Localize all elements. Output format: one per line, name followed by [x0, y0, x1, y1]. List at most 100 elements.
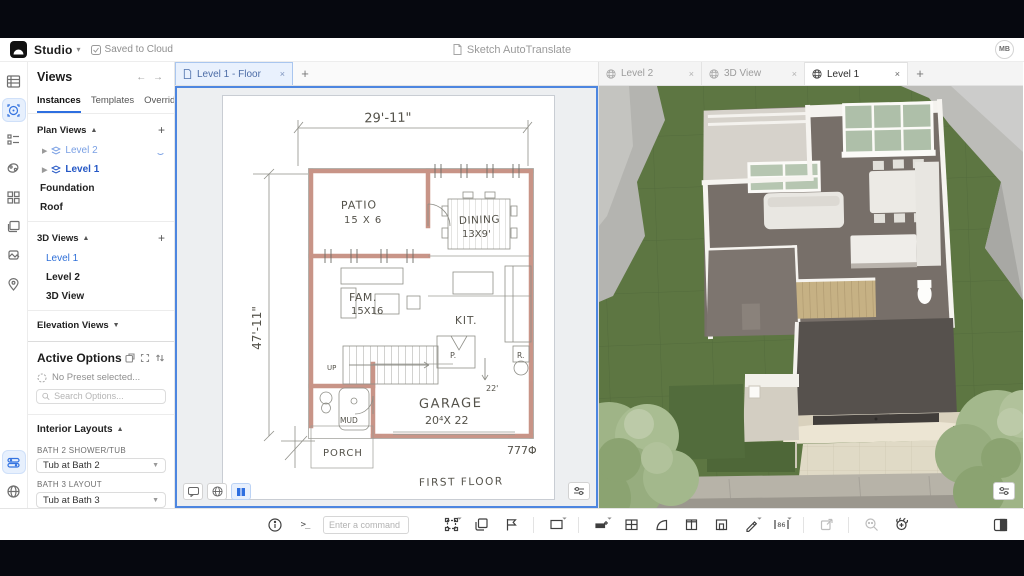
elevation-views-header[interactable]: Elevation Views▼ [28, 311, 174, 335]
svg-text:FIRST FLOOR: FIRST FLOOR [419, 476, 504, 489]
bath2-select[interactable]: Tub at Bath 2 ▼ [36, 458, 166, 474]
materials-icon[interactable] [3, 157, 25, 179]
plan-views-header[interactable]: Plan Views▲ + [28, 114, 174, 141]
layers-stack-icon[interactable] [3, 215, 25, 237]
close-icon[interactable]: × [792, 69, 797, 79]
view-settings-button[interactable] [568, 482, 590, 500]
transform-tool-icon[interactable] [439, 513, 463, 537]
plan-view-level1[interactable]: ▶ Level 1 [28, 160, 174, 179]
chevron-down-icon[interactable]: ▾ [77, 45, 81, 54]
svg-text:P.: P. [450, 351, 456, 360]
add-tab-button[interactable]: + [293, 62, 317, 85]
page-icon [183, 69, 192, 79]
popout-icon[interactable] [125, 353, 135, 363]
house [700, 100, 953, 336]
tab-level2[interactable]: Level 2 × [599, 62, 702, 85]
export-icon[interactable] [814, 513, 838, 537]
3d-view-level1[interactable]: Level 1 [28, 249, 174, 268]
tab-level1-3d[interactable]: Level 1 × [805, 62, 908, 85]
flag-tool-icon[interactable] [499, 513, 523, 537]
search-options-input[interactable] [54, 391, 160, 401]
options-toggles-icon[interactable] [3, 451, 25, 473]
plan-canvas-panel: Level 1 - Floor × + [175, 62, 599, 508]
door-tool-icon[interactable] [709, 513, 733, 537]
render-stack-icon[interactable] [3, 244, 25, 266]
plan-view-foundation[interactable]: Foundation [28, 179, 174, 198]
comment-icon[interactable] [183, 483, 203, 500]
render-viewport[interactable] [599, 86, 1023, 508]
add-plan-view-button[interactable]: + [158, 123, 165, 137]
wall-tool-icon[interactable] [589, 513, 613, 537]
workspace: Views ← → Instances Templates Overrides … [0, 62, 1024, 508]
dimension-tool-icon[interactable]: 86 [769, 513, 793, 537]
duplicate-tool-icon[interactable] [469, 513, 493, 537]
rectangle-tool-icon[interactable] [544, 513, 568, 537]
split-view-toggle[interactable] [231, 483, 251, 500]
svg-text:PATIO: PATIO [341, 198, 377, 212]
search-zoom-icon[interactable] [859, 513, 883, 537]
svg-text:MUD: MUD [340, 416, 358, 425]
avatar[interactable]: MB [995, 40, 1014, 59]
tab-level1-floor[interactable]: Level 1 - Floor × [175, 62, 293, 85]
info-icon[interactable] [263, 513, 287, 537]
sidebar-tabs: Instances Templates Overrides [28, 90, 174, 114]
bottom-toolbar: >_ 86 [0, 508, 1024, 540]
chevron-right-icon[interactable]: ▶ [42, 166, 47, 174]
options-search[interactable] [36, 389, 166, 404]
no-preset-row[interactable]: No Preset selected... [28, 369, 174, 386]
sidebar-title: Views [37, 70, 72, 84]
add-3d-view-button[interactable]: + [158, 231, 165, 245]
roof-tool-icon[interactable] [649, 513, 673, 537]
render-settings-icon[interactable] [889, 513, 913, 537]
layers-table-icon[interactable] [3, 70, 25, 92]
close-icon[interactable]: × [689, 69, 694, 79]
svg-text:15X16: 15X16 [351, 306, 383, 317]
floor-tool-icon[interactable] [619, 513, 643, 537]
studio-logo-icon[interactable] [10, 41, 27, 58]
panel-toggle-icon[interactable] [988, 513, 1012, 537]
checklist-icon[interactable] [3, 128, 25, 150]
svg-text:FAM.: FAM. [349, 291, 377, 304]
svg-text:KIT.: KIT. [455, 315, 478, 327]
plan-view-level2[interactable]: ▶ Level 2 [28, 141, 174, 160]
location-pin-icon[interactable] [3, 273, 25, 295]
chevron-right-icon[interactable]: ▶ [42, 147, 47, 155]
globe-icon[interactable] [207, 483, 227, 500]
terminal-icon[interactable]: >_ [293, 513, 317, 537]
command-input[interactable] [329, 520, 403, 530]
views-sidebar: Views ← → Instances Templates Overrides … [28, 62, 175, 508]
add-tab-button[interactable]: + [908, 62, 932, 85]
views-target-icon[interactable] [3, 99, 25, 121]
saved-status: Saved to Cloud [91, 44, 173, 55]
svg-text:UP: UP [327, 364, 336, 372]
history-nav-arrows[interactable]: ← → [136, 72, 165, 83]
close-icon[interactable]: × [280, 69, 285, 79]
svg-text:GARAGE: GARAGE [419, 396, 483, 412]
close-icon[interactable]: × [895, 69, 900, 79]
interior-layouts-header[interactable]: Interior Layouts▲ [28, 415, 174, 439]
tab-3d-view[interactable]: 3D View × [702, 62, 805, 85]
view-settings-button[interactable] [993, 482, 1015, 500]
app-name[interactable]: Studio [34, 43, 73, 57]
expand-icon[interactable] [140, 353, 150, 363]
command-input-box[interactable] [323, 516, 409, 534]
3d-globe-icon [709, 69, 719, 79]
letterbox-top [0, 0, 1024, 38]
plan-canvas[interactable]: 29'-11" 47'-11" [175, 86, 598, 508]
window-tool-icon[interactable] [679, 513, 703, 537]
tab-overrides[interactable]: Overrides [144, 92, 175, 113]
chevron-down-icon: ▼ [152, 462, 159, 469]
3d-view-3dview[interactable]: 3D View [28, 287, 174, 306]
3d-views-header[interactable]: 3D Views▲ + [28, 222, 174, 249]
bath3-select[interactable]: Tub at Bath 3 ▼ [36, 492, 166, 508]
tab-templates[interactable]: Templates [91, 92, 134, 113]
right-tab-bar: Level 2 × 3D View × Level 1 × + [599, 62, 1023, 86]
sort-icon[interactable] [155, 353, 165, 363]
globe-icon[interactable] [3, 480, 25, 502]
components-grid-icon[interactable] [3, 186, 25, 208]
3d-view-level2[interactable]: Level 2 [28, 268, 174, 287]
svg-text:13X9': 13X9' [462, 229, 491, 240]
tab-instances[interactable]: Instances [37, 92, 81, 113]
plan-view-roof[interactable]: Roof [28, 198, 174, 217]
pen-tool-icon[interactable] [739, 513, 763, 537]
